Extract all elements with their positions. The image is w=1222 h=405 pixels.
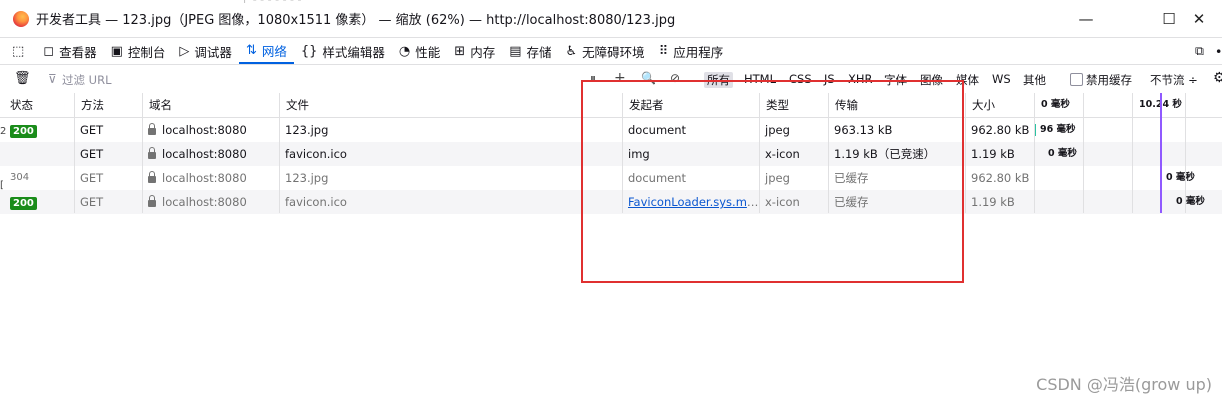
method-cell: GET [80, 171, 104, 185]
column-divider [74, 93, 75, 213]
watermark: CSDN @冯浩(grow up) [1036, 375, 1212, 394]
disable-cache-label: 禁用缓存 [1086, 73, 1132, 87]
tab-inspector[interactable]: ◻ 查看器 [36, 38, 103, 64]
header-file[interactable]: 文件 [279, 93, 622, 117]
tab-label: 性能 [415, 44, 441, 60]
trash-icon[interactable]: 🗑 [14, 71, 31, 86]
file-cell: 123.jpg [285, 123, 329, 137]
picker-icon: ⬚ [12, 43, 25, 59]
lock-icon [148, 195, 156, 207]
tab-label: 样式编辑器 [322, 44, 385, 60]
waterfall-grid-line [1132, 93, 1133, 213]
header-size[interactable]: 大小 [965, 93, 1034, 117]
timing-label: 0 毫秒 [1176, 196, 1205, 207]
console-icon: ▣ [110, 43, 123, 59]
performance-icon: ◔ [398, 43, 411, 59]
highlight-box [581, 80, 964, 283]
file-cell: favicon.ico [285, 147, 347, 161]
memory-icon: ⊞ [454, 43, 466, 59]
size-cell: 1.19 kB [971, 147, 1015, 161]
tab-style-editor[interactable]: {} 样式编辑器 [294, 38, 392, 64]
status-badge: 200 [10, 197, 37, 210]
window-title: 开发者工具 — 123.jpg（JPEG 图像，1080x1511 像素） — … [36, 13, 676, 28]
storage-icon: ▤ [509, 43, 522, 59]
application-icon: ⠿ [658, 43, 669, 59]
file-cell: favicon.ico [285, 195, 347, 209]
filter-icon: ⊽ [48, 72, 57, 86]
background-window-edge: 2 [0, 126, 7, 137]
settings-gear-icon[interactable]: ⚙ [1213, 70, 1222, 86]
status-cell: 304 [10, 172, 30, 183]
tab-performance[interactable]: ◔ 性能 [392, 38, 447, 64]
timing-label: 96 毫秒 [1040, 124, 1076, 135]
lock-icon [148, 147, 156, 159]
tab-label: 控制台 [127, 44, 166, 60]
tab-label: 查看器 [59, 44, 97, 60]
header-waterfall-end: 10.24 秒 [1132, 93, 1222, 117]
inspector-icon: ◻ [43, 43, 55, 59]
status-badge: 200 [10, 125, 37, 138]
throttle-select[interactable]: 不节流 ÷ [1150, 72, 1198, 88]
filter-url-input[interactable]: 过滤 URL [62, 72, 111, 88]
load-time-marker [1160, 93, 1162, 213]
lock-icon [148, 171, 156, 183]
tab-label: 存储 [526, 44, 552, 60]
method-cell: GET [80, 123, 104, 137]
tab-label: 内存 [470, 44, 496, 60]
background-window-peek: + - - - - - - - [240, 0, 301, 6]
header-status[interactable]: 状态 [4, 93, 74, 117]
size-cell: 962.80 kB [971, 123, 1030, 137]
tab-application[interactable]: ⠿ 应用程序 [652, 38, 731, 64]
element-picker-button[interactable]: ⬚ [0, 38, 36, 64]
column-divider [142, 93, 143, 213]
domain-cell: localhost:8080 [162, 123, 247, 137]
column-divider [279, 93, 280, 213]
waterfall-grid-line [1083, 93, 1084, 213]
tab-debugger[interactable]: ▷ 调试器 [172, 38, 239, 64]
background-window-edge: [ [0, 180, 4, 191]
window-titlebar: 开发者工具 — 123.jpg（JPEG 图像，1080x1511 像素） — … [0, 0, 1222, 38]
close-button[interactable]: ✕ [1176, 0, 1222, 37]
debugger-icon: ▷ [179, 43, 190, 59]
minimize-button[interactable]: — [1063, 0, 1109, 37]
domain-cell: localhost:8080 [162, 147, 247, 161]
header-domain[interactable]: 域名 [142, 93, 279, 117]
file-cell: 123.jpg [285, 171, 329, 185]
size-cell: 962.80 kB [971, 171, 1030, 185]
tab-accessibility[interactable]: ♿ 无障碍环境 [559, 38, 652, 64]
devtools-toolbar: ⬚ ◻ 查看器 ▣ 控制台 ▷ 调试器 ⇅ 网络 {} 样式编辑器 ◔ 性能 ⊞ 内存 ▤ 存储… [0, 38, 1222, 65]
tab-label: 无障碍环境 [582, 44, 645, 60]
column-divider [1034, 93, 1035, 213]
domain-cell: localhost:8080 [162, 195, 247, 209]
tab-memory[interactable]: ⊞ 内存 [447, 38, 502, 64]
method-cell: GET [80, 147, 104, 161]
tab-storage[interactable]: ▤ 存储 [502, 38, 558, 64]
waterfall-grid-line [1185, 93, 1186, 213]
disable-cache-checkbox[interactable] [1070, 73, 1083, 86]
style-editor-icon: {} [300, 43, 318, 59]
timing-label: 0 毫秒 [1166, 172, 1195, 183]
tab-label: 网络 [261, 43, 287, 59]
filter-type-ws[interactable]: WS [992, 72, 1011, 86]
status-cell [4, 142, 74, 166]
network-icon: ⇅ [245, 42, 257, 58]
column-divider [965, 93, 966, 213]
tab-label: 调试器 [194, 44, 232, 60]
filter-type-other[interactable]: 其他 [1023, 72, 1046, 88]
tab-network[interactable]: ⇅ 网络 [238, 38, 294, 64]
firefox-logo-icon [13, 10, 29, 27]
header-method[interactable]: 方法 [74, 93, 142, 117]
tab-label: 应用程序 [673, 44, 724, 60]
method-cell: GET [80, 195, 104, 209]
accessibility-icon: ♿ [565, 43, 578, 59]
size-cell: 1.19 kB [971, 195, 1015, 209]
timing-label: 0 毫秒 [1048, 148, 1077, 159]
tab-console[interactable]: ▣ 控制台 [104, 38, 173, 64]
lock-icon [148, 123, 156, 135]
domain-cell: localhost:8080 [162, 171, 247, 185]
more-options-icon[interactable]: • [1208, 38, 1222, 64]
